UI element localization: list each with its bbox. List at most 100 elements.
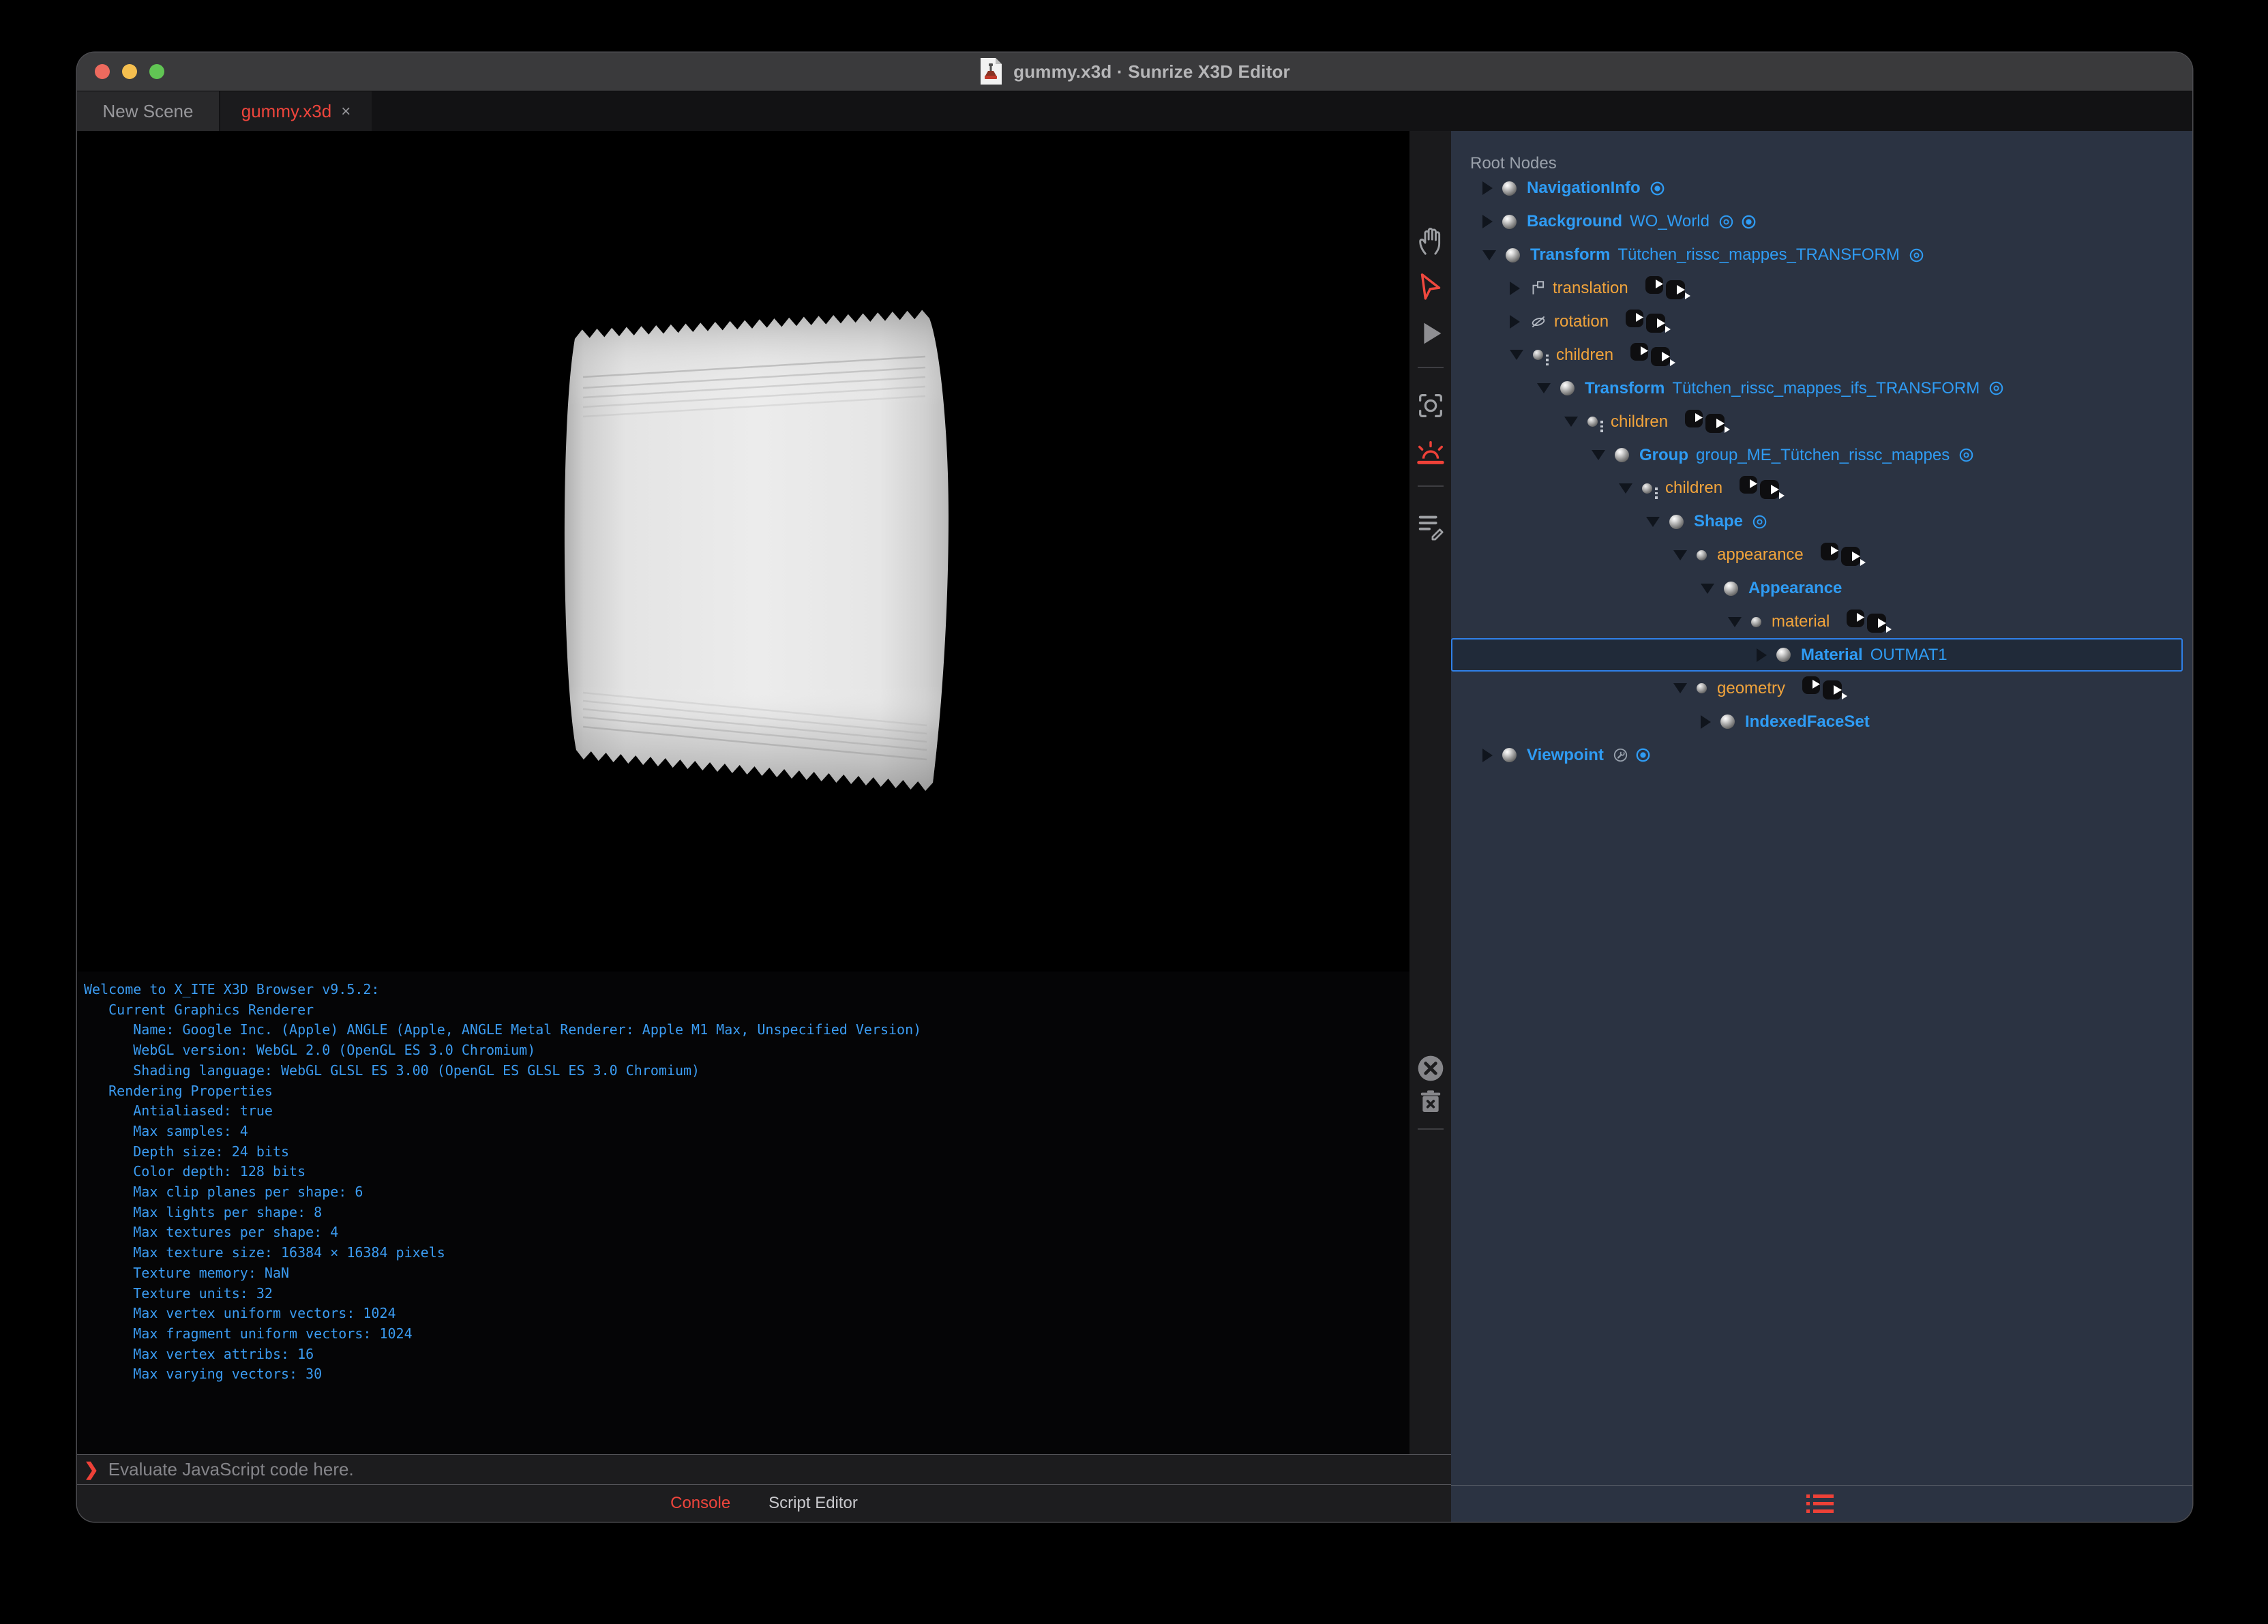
node-type-label[interactable]: IndexedFaceSet [1745, 712, 1870, 732]
console-line: Max clip planes per shape: 6 [84, 1182, 921, 1203]
expand-open-triangle[interactable] [1592, 450, 1605, 460]
node-type-label[interactable]: Transform [1585, 379, 1665, 398]
outline-list-icon[interactable] [1806, 1492, 1838, 1516]
titlebar: gummy.x3d · Sunrize X3D Editor [77, 52, 2192, 91]
expand-open-triangle[interactable] [1701, 584, 1714, 594]
tree-node-row[interactable]: Transform Tütchen_rissc_mappes_ifs_TRANSF… [1451, 372, 2192, 405]
eye-icon[interactable] [1909, 247, 1924, 263]
close-window-button[interactable] [95, 64, 110, 79]
tree-node-row[interactable]: Viewpoint [1451, 738, 2192, 772]
field-node-icon [1751, 617, 1761, 627]
eye-icon[interactable] [1958, 447, 1974, 463]
node-type-label[interactable]: Viewpoint [1527, 746, 1604, 765]
close-tab-icon[interactable]: × [341, 102, 350, 121]
select-arrow-icon[interactable] [1415, 271, 1446, 303]
expand-open-triangle[interactable] [1728, 617, 1742, 627]
sunrise-icon[interactable] [1415, 438, 1446, 469]
play-icon[interactable] [1415, 318, 1446, 349]
console-output[interactable]: Welcome to X_ITE X3D Browser v9.5.2: Cur… [77, 972, 1409, 1454]
node-def-name[interactable]: group_ME_Tütchen_rissc_mappes [1696, 446, 1950, 465]
tab-gummy-x3d[interactable]: gummy.x3d × [220, 91, 372, 132]
field-name-label[interactable]: children [1611, 412, 1668, 432]
node-type-label[interactable]: Group [1639, 446, 1688, 465]
node-def-name[interactable]: Tütchen_rissc_mappes_TRANSFORM [1617, 245, 1899, 265]
expand-open-triangle[interactable] [1673, 683, 1687, 693]
field-name-label[interactable]: rotation [1554, 312, 1609, 331]
tree-field-row[interactable]: geometry [1451, 672, 2192, 705]
node-sphere-icon [1615, 448, 1629, 462]
bound-node-icon[interactable] [1741, 214, 1757, 230]
tab-console[interactable]: Console [670, 1494, 730, 1513]
eye-icon[interactable] [1752, 514, 1767, 530]
expand-closed-triangle[interactable] [1482, 749, 1493, 762]
tool-wrench-icon[interactable] [1613, 747, 1628, 763]
zoom-window-button[interactable] [149, 64, 164, 79]
tree-node-row[interactable]: Material OUTMAT1 [1451, 638, 2183, 672]
tree-node-row[interactable]: Background WO_World [1451, 205, 2192, 239]
route-buttons [1630, 342, 1682, 369]
expand-open-triangle[interactable] [1482, 250, 1496, 260]
tree-node-row[interactable]: IndexedFaceSet [1451, 705, 2192, 738]
expand-open-triangle[interactable] [1619, 483, 1632, 494]
expand-closed-triangle[interactable] [1510, 282, 1520, 295]
bound-node-icon[interactable] [1635, 747, 1651, 763]
node-type-label[interactable]: Shape [1694, 512, 1743, 531]
tree-node-row[interactable]: Appearance [1451, 572, 2192, 605]
eye-icon[interactable] [1988, 380, 2004, 396]
viewport-3d[interactable] [77, 131, 1409, 972]
expand-closed-triangle[interactable] [1701, 715, 1711, 729]
camera-center-icon[interactable] [1415, 390, 1446, 421]
script-edit-icon[interactable] [1415, 510, 1446, 541]
console-line: Texture units: 32 [84, 1284, 921, 1304]
js-eval-placeholder[interactable]: Evaluate JavaScript code here. [108, 1459, 354, 1480]
bound-node-icon[interactable] [1650, 181, 1665, 196]
tree-field-row[interactable]: material [1451, 605, 2192, 639]
route-connectors [1684, 408, 1736, 436]
node-type-label[interactable]: Material [1801, 646, 1863, 665]
tab-new-scene[interactable]: New Scene [77, 91, 219, 132]
field-name-label[interactable]: material [1772, 612, 1830, 631]
js-eval-input-row[interactable]: ❯ Evaluate JavaScript code here. [77, 1454, 1451, 1485]
tree-field-row[interactable]: children [1451, 338, 2192, 372]
node-type-label[interactable]: Transform [1530, 245, 1610, 265]
expand-closed-triangle[interactable] [1482, 215, 1493, 228]
tree-field-row[interactable]: translation [1451, 272, 2192, 305]
expand-open-triangle[interactable] [1564, 417, 1578, 427]
expand-open-triangle[interactable] [1537, 383, 1551, 393]
expand-open-triangle[interactable] [1646, 517, 1660, 527]
close-console-icon[interactable] [1416, 1053, 1446, 1083]
node-type-label[interactable]: Appearance [1748, 579, 1842, 598]
console-line: Color depth: 128 bits [84, 1162, 921, 1182]
tree-field-row[interactable]: children [1451, 405, 2192, 438]
tree-node-row[interactable]: Transform Tütchen_rissc_mappes_TRANSFORM [1451, 239, 2192, 272]
expand-closed-triangle[interactable] [1510, 315, 1520, 329]
field-name-label[interactable]: geometry [1717, 679, 1785, 698]
node-type-label[interactable]: NavigationInfo [1527, 179, 1641, 198]
field-name-label[interactable]: appearance [1717, 545, 1804, 565]
route-connectors [1846, 608, 1898, 635]
tree-field-row[interactable]: children [1451, 472, 2192, 505]
minimize-window-button[interactable] [122, 64, 137, 79]
tree-node-row[interactable]: NavigationInfo [1451, 172, 2192, 205]
node-def-name[interactable]: WO_World [1630, 212, 1710, 231]
tree-field-row[interactable]: appearance [1451, 539, 2192, 572]
hand-pan-icon[interactable] [1415, 225, 1446, 256]
field-name-label[interactable]: children [1556, 346, 1613, 365]
expand-open-triangle[interactable] [1673, 550, 1687, 560]
tab-script-editor[interactable]: Script Editor [769, 1494, 858, 1513]
expand-closed-triangle[interactable] [1757, 648, 1767, 662]
expand-open-triangle[interactable] [1510, 350, 1523, 360]
console-line: Max varying vectors: 30 [84, 1364, 921, 1385]
expand-closed-triangle[interactable] [1482, 181, 1493, 195]
node-def-name[interactable]: Tütchen_rissc_mappes_ifs_TRANSFORM [1672, 379, 1980, 398]
tree-node-row[interactable]: Shape [1451, 505, 2192, 539]
tree-node-row[interactable]: Group group_ME_Tütchen_rissc_mappes [1451, 438, 2192, 472]
clear-console-trash-icon[interactable] [1417, 1088, 1444, 1115]
eye-icon[interactable] [1718, 214, 1734, 230]
field-name-label[interactable]: translation [1553, 279, 1628, 298]
node-sphere-icon [1724, 582, 1738, 596]
node-type-label[interactable]: Background [1527, 212, 1622, 231]
node-def-name[interactable]: OUTMAT1 [1870, 646, 1948, 665]
tree-field-row[interactable]: rotation [1451, 305, 2192, 339]
field-name-label[interactable]: children [1665, 479, 1722, 498]
